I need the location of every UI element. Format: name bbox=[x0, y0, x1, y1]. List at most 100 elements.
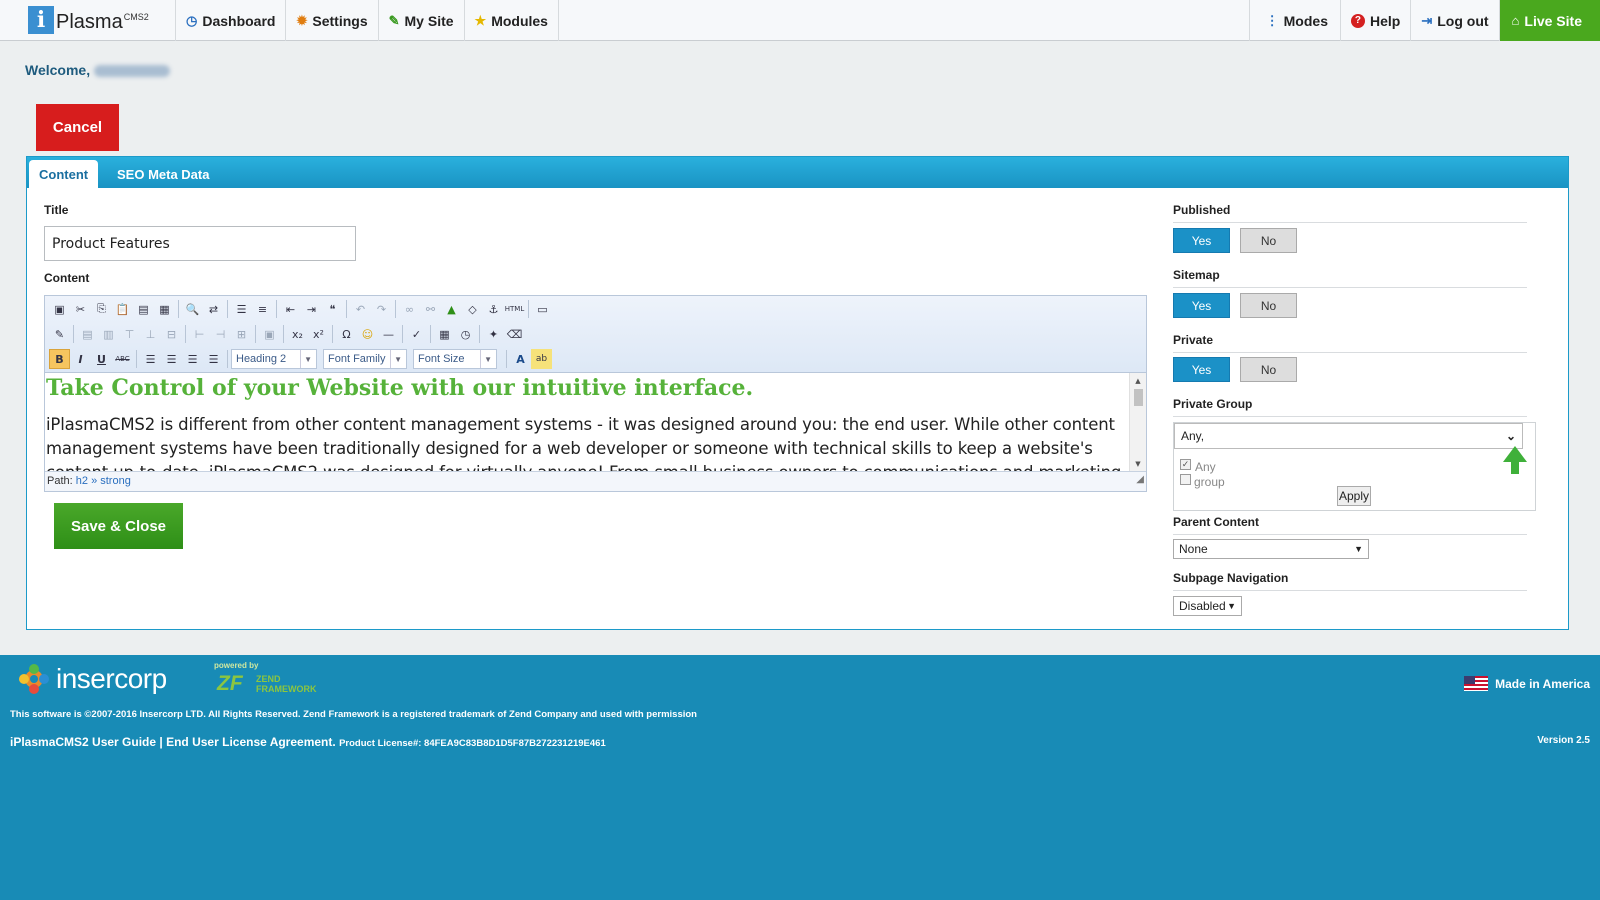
subscript-icon[interactable]: x₂ bbox=[287, 324, 308, 344]
paste-text-icon[interactable]: ▤ bbox=[133, 299, 154, 319]
merge-cells-icon[interactable]: ▣ bbox=[259, 324, 280, 344]
nav-logout[interactable]: ⇥ Log out bbox=[1410, 0, 1498, 41]
save-icon[interactable]: ▣ bbox=[49, 299, 70, 319]
underline-icon[interactable]: U bbox=[91, 349, 112, 369]
bullet-list-icon[interactable]: ☰ bbox=[231, 299, 252, 319]
row-before-icon[interactable]: ⊤ bbox=[119, 324, 140, 344]
cleanup-icon[interactable]: ✦ bbox=[483, 324, 504, 344]
undo-icon[interactable]: ↶ bbox=[350, 299, 371, 319]
superscript-icon[interactable]: x² bbox=[308, 324, 329, 344]
row-props-icon[interactable]: ▤ bbox=[77, 324, 98, 344]
private-group-select[interactable]: Any, ⌄ bbox=[1174, 423, 1523, 449]
horizontal-rule-icon[interactable]: — bbox=[378, 324, 399, 344]
font-size-select[interactable]: Font Size ▼ bbox=[413, 349, 497, 369]
cell-props-icon[interactable]: ▥ bbox=[98, 324, 119, 344]
checkbox-checked[interactable]: ✓ bbox=[1180, 458, 1191, 470]
bold-icon[interactable]: B bbox=[49, 349, 70, 369]
replace-icon[interactable]: ⇄ bbox=[203, 299, 224, 319]
logo-name: Plasma bbox=[56, 11, 123, 33]
highlight-color-icon[interactable]: ab bbox=[531, 349, 552, 369]
scroll-thumb[interactable] bbox=[1134, 389, 1143, 406]
subpage-navigation-select[interactable]: Disabled ▼ bbox=[1173, 596, 1242, 616]
font-family-select[interactable]: Font Family ▼ bbox=[323, 349, 407, 369]
editor-content-area[interactable]: Take Control of your Website with our in… bbox=[45, 373, 1130, 472]
html-icon[interactable]: HTML bbox=[504, 299, 525, 319]
save-close-button[interactable]: Save & Close bbox=[54, 503, 183, 549]
eula-link[interactable]: End User License Agreement. bbox=[166, 735, 336, 749]
scroll-up-icon[interactable]: ▲ bbox=[1130, 375, 1146, 387]
resize-handle-icon[interactable]: ◢ bbox=[1136, 470, 1144, 489]
unlink-icon[interactable]: ⚯ bbox=[420, 299, 441, 319]
private-no-button[interactable]: No bbox=[1240, 357, 1297, 382]
special-char-icon[interactable]: Ω bbox=[336, 324, 357, 344]
align-center-icon[interactable]: ☰ bbox=[161, 349, 182, 369]
link-icon[interactable]: ∞ bbox=[399, 299, 420, 319]
chevron-down-icon: ▼ bbox=[1354, 544, 1363, 554]
user-guide-link[interactable]: iPlasmaCMS2 User Guide bbox=[10, 735, 156, 749]
path-strong-link[interactable]: strong bbox=[100, 475, 131, 487]
published-yes-button[interactable]: Yes bbox=[1173, 228, 1230, 253]
paste-word-icon[interactable]: ▦ bbox=[154, 299, 175, 319]
insert-date-icon[interactable]: ▦ bbox=[434, 324, 455, 344]
nav-dashboard[interactable]: ◷ Dashboard bbox=[175, 0, 285, 41]
toolbar-separator bbox=[136, 350, 137, 368]
numbered-list-icon[interactable]: ≡ bbox=[252, 299, 273, 319]
align-left-icon[interactable]: ☰ bbox=[140, 349, 161, 369]
align-justify-icon[interactable]: ☰ bbox=[203, 349, 224, 369]
insert-time-icon[interactable]: ◷ bbox=[455, 324, 476, 344]
emoticon-icon[interactable]: ☺ bbox=[357, 324, 378, 344]
find-icon[interactable]: 🔍 bbox=[182, 299, 203, 319]
edit-table-icon[interactable]: ✎ bbox=[49, 324, 70, 344]
italic-icon[interactable]: I bbox=[70, 349, 91, 369]
align-right-icon[interactable]: ☰ bbox=[182, 349, 203, 369]
outdent-icon[interactable]: ⇤ bbox=[280, 299, 301, 319]
title-input[interactable] bbox=[44, 226, 356, 261]
indent-icon[interactable]: ⇥ bbox=[301, 299, 322, 319]
anchor-icon[interactable]: ⚓ bbox=[483, 299, 504, 319]
paste-icon[interactable]: 📋 bbox=[112, 299, 133, 319]
sitemap-section: Sitemap bbox=[1173, 268, 1527, 288]
private-yes-button[interactable]: Yes bbox=[1173, 357, 1230, 382]
tab-content[interactable]: Content bbox=[29, 160, 99, 189]
option-group[interactable]: group bbox=[1180, 469, 1225, 489]
nav-modes[interactable]: ⋮ Modes bbox=[1248, 0, 1340, 41]
nav-modules[interactable]: ★ Modules bbox=[463, 0, 559, 41]
copy-icon[interactable]: ⎘ bbox=[91, 299, 112, 319]
cut-icon[interactable]: ✂ bbox=[70, 299, 91, 319]
nav-help[interactable]: ? Help bbox=[1339, 0, 1410, 41]
path-h2-link[interactable]: h2 bbox=[76, 475, 88, 487]
col-after-icon[interactable]: ⊣ bbox=[210, 324, 231, 344]
published-no-button[interactable]: No bbox=[1240, 228, 1297, 253]
insercorp-logo[interactable]: insercorp bbox=[18, 663, 167, 695]
delete-col-icon[interactable]: ⊞ bbox=[231, 324, 252, 344]
app-logo[interactable]: i Plasma CMS2 bbox=[28, 6, 149, 34]
cancel-button[interactable]: Cancel bbox=[36, 104, 119, 151]
blockquote-icon[interactable]: ❝ bbox=[322, 299, 343, 319]
nav-live-site[interactable]: ⌂ Live Site bbox=[1498, 0, 1600, 41]
sitemap-yes-button[interactable]: Yes bbox=[1173, 293, 1230, 318]
scroll-down-icon[interactable]: ▼ bbox=[1130, 458, 1146, 470]
row-after-icon[interactable]: ⊥ bbox=[140, 324, 161, 344]
made-in-america: Made in America bbox=[1464, 676, 1590, 691]
format-select[interactable]: Heading 2 ▼ bbox=[231, 349, 317, 369]
code-icon[interactable]: ◇ bbox=[462, 299, 483, 319]
apply-button[interactable]: Apply bbox=[1337, 486, 1371, 506]
spellcheck-icon[interactable]: ✓ bbox=[406, 324, 427, 344]
checkbox-unchecked[interactable] bbox=[1180, 473, 1191, 485]
eraser-icon[interactable]: ⌫ bbox=[504, 324, 525, 344]
redo-icon[interactable]: ↷ bbox=[371, 299, 392, 319]
image-icon[interactable]: ▲ bbox=[441, 299, 462, 319]
col-before-icon[interactable]: ⊢ bbox=[189, 324, 210, 344]
nav-my-site[interactable]: ✎ My Site bbox=[377, 0, 464, 41]
strikethrough-icon[interactable]: ABC bbox=[112, 349, 133, 369]
sitemap-no-button[interactable]: No bbox=[1240, 293, 1297, 318]
toolbar-separator bbox=[255, 325, 256, 343]
nav-settings[interactable]: ✹ Settings bbox=[285, 0, 377, 41]
preview-icon[interactable]: ▭ bbox=[532, 299, 553, 319]
tab-seo-meta-data[interactable]: SEO Meta Data bbox=[107, 160, 219, 189]
zend-framework-logo[interactable]: powered by ZF ZEND FRAMEWORK bbox=[214, 661, 332, 699]
parent-content-select[interactable]: None ▼ bbox=[1173, 539, 1369, 559]
text-color-icon[interactable]: A bbox=[510, 349, 531, 369]
editor-scrollbar[interactable]: ▲ ▼ bbox=[1129, 373, 1146, 472]
delete-row-icon[interactable]: ⊟ bbox=[161, 324, 182, 344]
